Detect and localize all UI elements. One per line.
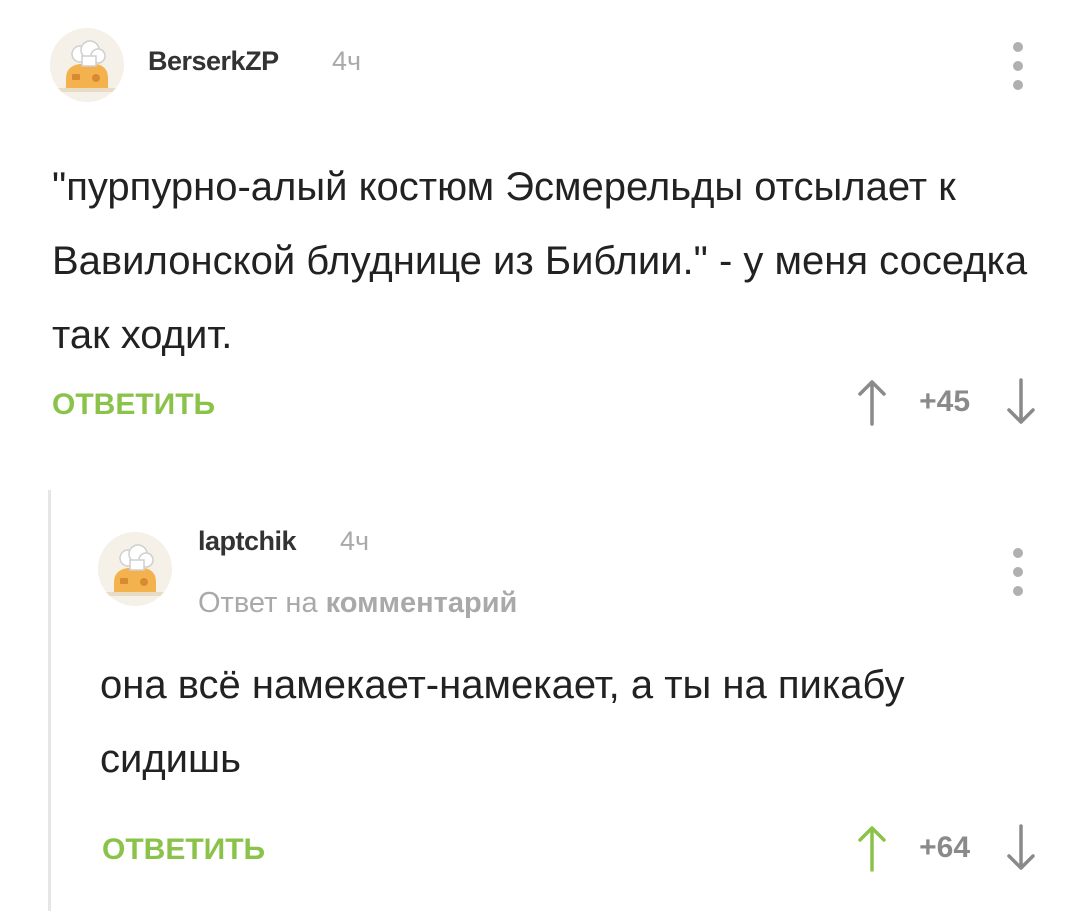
reply-button[interactable]: ОТВЕТИТЬ <box>52 388 215 422</box>
downvote-arrow-icon[interactable] <box>1006 824 1036 872</box>
reply-to-prefix: Ответ на <box>198 587 318 619</box>
comment-text: она всё намекает-намекает, а ты на пикаб… <box>100 663 905 781</box>
username[interactable]: laptchik <box>198 526 297 557</box>
upvote-arrow-icon[interactable] <box>857 378 887 426</box>
rating-count: +45 <box>919 385 970 418</box>
vote-controls: +45 <box>857 378 1036 426</box>
avatar-default-icon <box>98 532 172 606</box>
reply-to-link[interactable]: комментарий <box>326 587 518 619</box>
reply-to-label: Ответ на комментарий <box>198 587 517 620</box>
reply-comment: laptchik 4ч Ответ на комментарий она всё… <box>0 490 1080 911</box>
avatar-default-icon <box>50 28 124 102</box>
avatar[interactable] <box>50 28 124 102</box>
username[interactable]: BerserkZP <box>148 46 279 77</box>
more-options-icon[interactable] <box>1008 42 1028 90</box>
downvote-arrow-icon[interactable] <box>1006 378 1036 426</box>
comment-text: "пурпурно-алый костюм Эсмерельды отсылае… <box>52 165 1028 357</box>
comment: BerserkZP 4ч "пурпурно-алый костюм Эсмер… <box>0 0 1080 470</box>
upvote-arrow-icon[interactable] <box>857 824 887 872</box>
rating-count: +64 <box>919 831 970 864</box>
avatar[interactable] <box>98 532 172 606</box>
vote-controls: +64 <box>857 824 1036 872</box>
reply-button[interactable]: ОТВЕТИТЬ <box>102 833 265 867</box>
timestamp: 4ч <box>340 526 370 556</box>
more-options-icon[interactable] <box>1008 548 1028 596</box>
timestamp: 4ч <box>332 46 362 76</box>
